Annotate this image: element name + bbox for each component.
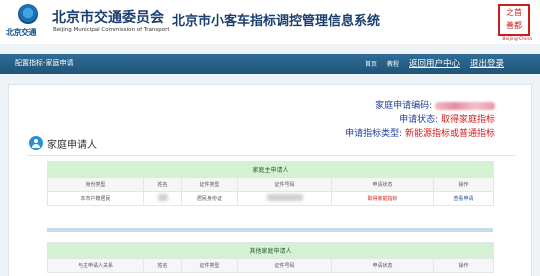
cell-status: 取得家庭指标 [331,191,434,206]
home-link[interactable]: 首页 [365,59,377,68]
table-separator [47,228,493,232]
application-code-row: 家庭申请编码: [345,99,495,113]
org-name-en: Beijing Municipal Commission of Transpor… [53,27,170,33]
col-id-number: 证件号码 [237,258,332,273]
quota-type-value: 新能源指标或普通指标 [404,129,495,139]
section-divider [27,155,515,156]
view-application-link[interactable]: 查看申请 [432,191,495,206]
site-header: 北京交通 北京市交通委员会 Beijing Municipal Commissi… [0,0,540,44]
application-code-label: 家庭申请编码: [375,101,433,111]
breadcrumb: 配置指标-家庭申请 [15,59,74,67]
quota-type-row: 申请指标类型: 新能源指标或普通指标 [345,127,495,141]
quota-type-label: 申请指标类型: [345,129,403,139]
status-value: 取得家庭指标 [440,115,495,125]
col-id-type: 证件类型 [181,258,238,273]
section-title: 家庭申请人 [47,139,97,151]
col-name: 姓名 [143,177,182,192]
application-status-row: 申请状态: 取得家庭指标 [345,113,495,127]
status-label: 申请状态: [399,115,439,125]
col-action: 操作 [432,177,495,192]
nav-bar: 配置指标-家庭申请 首页 教程 返回用户中心 退出登录 [0,54,540,74]
section-header: 家庭申请人 [29,135,97,151]
main-card: 家庭申请编码: 申请状态: 取得家庭指标 申请指标类型: 新能源指标或普通指标 … [8,84,532,276]
main-applicant-caption: 家庭主申请人 [46,161,495,178]
cell-identity: 本市户籍居民 [47,191,144,206]
cell-id-type: 居民身份证 [181,191,238,206]
other-applicants-table: 其他家庭申请人 与主申请人关系 姓名 证件类型 证件号码 申请状态 操作 [46,242,495,273]
col-relationship: 与主申请人关系 [47,258,144,273]
col-status: 申请状态 [331,177,434,192]
cell-id-number [237,191,332,206]
commission-logo: 北京交通 [6,4,48,40]
person-icon [29,136,43,150]
redacted-name [157,194,168,201]
other-applicants-caption: 其他家庭申请人 [46,242,495,259]
col-name: 姓名 [143,258,182,273]
logout-link[interactable]: 退出登录 [470,57,504,69]
tutorial-link[interactable]: 教程 [387,59,399,68]
system-title: 北京市小客车指标调控管理信息系统 [172,14,381,29]
col-action: 操作 [432,258,495,273]
seal-line-2: 善都 [506,21,522,30]
redacted-id-number [266,194,303,201]
table-row: 本市户籍居民 居民身份证 取得家庭指标 查看申请 [47,191,495,206]
col-status: 申请状态 [331,258,434,273]
redacted-code [435,101,495,110]
seal-line-1: 之首 [506,8,522,17]
application-info: 家庭申请编码: 申请状态: 取得家庭指标 申请指标类型: 新能源指标或普通指标 [345,99,495,141]
main-applicant-table: 家庭主申请人 身份类型 姓名 证件类型 证件号码 申请状态 操作 本市户籍居民 … [46,161,495,206]
nav-links: 首页 教程 返回用户中心 退出登录 [365,57,504,69]
col-identity-type: 身份类型 [47,177,144,192]
org-name-cn: 北京市交通委员会 [52,10,164,26]
seal-caption: Beijing·China [502,37,532,42]
beijing-seal-logo: 之首 善都 [498,4,530,36]
col-id-type: 证件类型 [181,177,238,192]
col-id-number: 证件号码 [237,177,332,192]
back-user-center-link[interactable]: 返回用户中心 [409,57,460,69]
logo-emblem-icon [18,4,38,24]
cell-name [143,191,182,206]
logo-text: 北京交通 [6,28,37,37]
